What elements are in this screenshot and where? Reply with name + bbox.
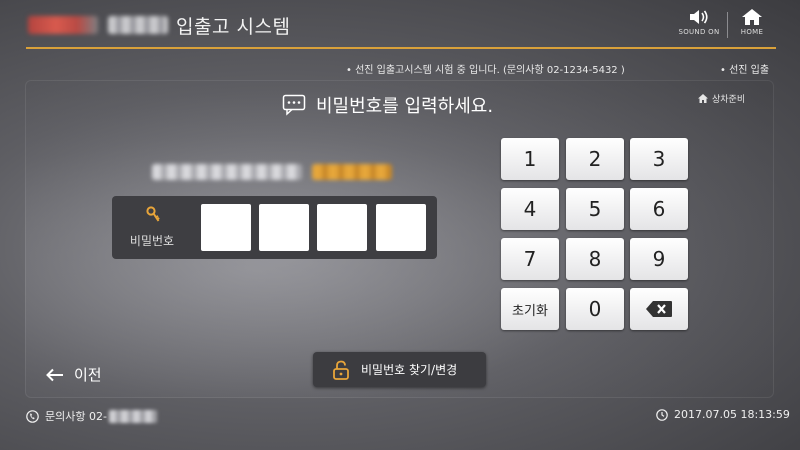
key-0[interactable]: 0 — [566, 288, 624, 330]
info-line-blurred — [152, 161, 392, 183]
key-backspace[interactable] — [630, 288, 688, 330]
notice-ticker: • 선진 입출고시스템 시험 중 입니다. (문의사항 02-1234-5432… — [346, 65, 625, 76]
clock-icon — [656, 408, 668, 421]
app-title: 입출고 시스템 — [176, 15, 291, 38]
key-reset[interactable]: 초기화 — [501, 288, 559, 330]
backspace-icon — [646, 301, 672, 317]
pin-digit-2[interactable] — [259, 204, 309, 251]
contact-label: 문의사항 02- — [45, 410, 107, 423]
header-accent-line — [26, 47, 776, 49]
find-change-password-label: 비밀번호 찾기/변경 — [361, 363, 458, 377]
find-change-password-button[interactable]: 비밀번호 찾기/변경 — [313, 352, 486, 387]
key-3[interactable]: 3 — [630, 138, 688, 180]
pin-digit-1[interactable] — [201, 204, 251, 251]
back-button[interactable]: 이전 — [46, 364, 102, 385]
chat-icon — [282, 94, 306, 116]
header: 입출고 시스템 SOUND ON HOME — [0, 0, 800, 49]
sound-button[interactable]: SOUND ON — [674, 8, 724, 42]
home-button[interactable]: HOME — [727, 8, 777, 42]
info-blurred-highlight — [312, 164, 392, 180]
prompt: 비밀번호를 입력하세요. — [282, 92, 493, 118]
pin-label: 비밀번호 — [129, 234, 175, 248]
brand: 입출고 시스템 — [28, 14, 291, 38]
key-4[interactable]: 4 — [501, 188, 559, 230]
key-2[interactable]: 2 — [566, 138, 624, 180]
breadcrumb-label: 상차준비 — [712, 95, 746, 105]
speaker-icon — [690, 10, 708, 24]
breadcrumb: 상차준비 — [698, 92, 745, 105]
back-arrow-icon — [46, 368, 63, 381]
key-1[interactable]: 1 — [501, 138, 559, 180]
footer-datetime: 2017.07.05 18:13:59 — [656, 408, 790, 421]
key-icon — [146, 206, 160, 222]
notice-ticker-repeat: • 선진 입출 — [720, 65, 770, 76]
key-7[interactable]: 7 — [501, 238, 559, 280]
footer-contact: 문의사항 02- — [26, 408, 157, 424]
contact-number-blurred — [108, 409, 157, 423]
pin-entry: 비밀번호 — [112, 196, 437, 259]
info-blurred-text — [152, 164, 302, 180]
home-label: HOME — [740, 28, 764, 36]
pin-digit-4[interactable] — [376, 204, 426, 251]
company-name-blurred — [108, 16, 168, 34]
lock-icon — [333, 360, 349, 380]
home-icon — [742, 9, 762, 25]
pin-digit-3[interactable] — [317, 204, 367, 251]
key-5[interactable]: 5 — [566, 188, 624, 230]
key-9[interactable]: 9 — [630, 238, 688, 280]
back-label: 이전 — [74, 366, 102, 384]
phone-icon — [26, 409, 39, 423]
prompt-text: 비밀번호를 입력하세요. — [316, 96, 494, 117]
datetime: 2017.07.05 18:13:59 — [674, 408, 790, 421]
home-small-icon — [698, 94, 708, 103]
key-8[interactable]: 8 — [566, 238, 624, 280]
company-logo — [28, 16, 98, 34]
sound-label: SOUND ON — [678, 28, 720, 36]
key-6[interactable]: 6 — [630, 188, 688, 230]
pin-label-area: 비밀번호 — [112, 196, 192, 259]
